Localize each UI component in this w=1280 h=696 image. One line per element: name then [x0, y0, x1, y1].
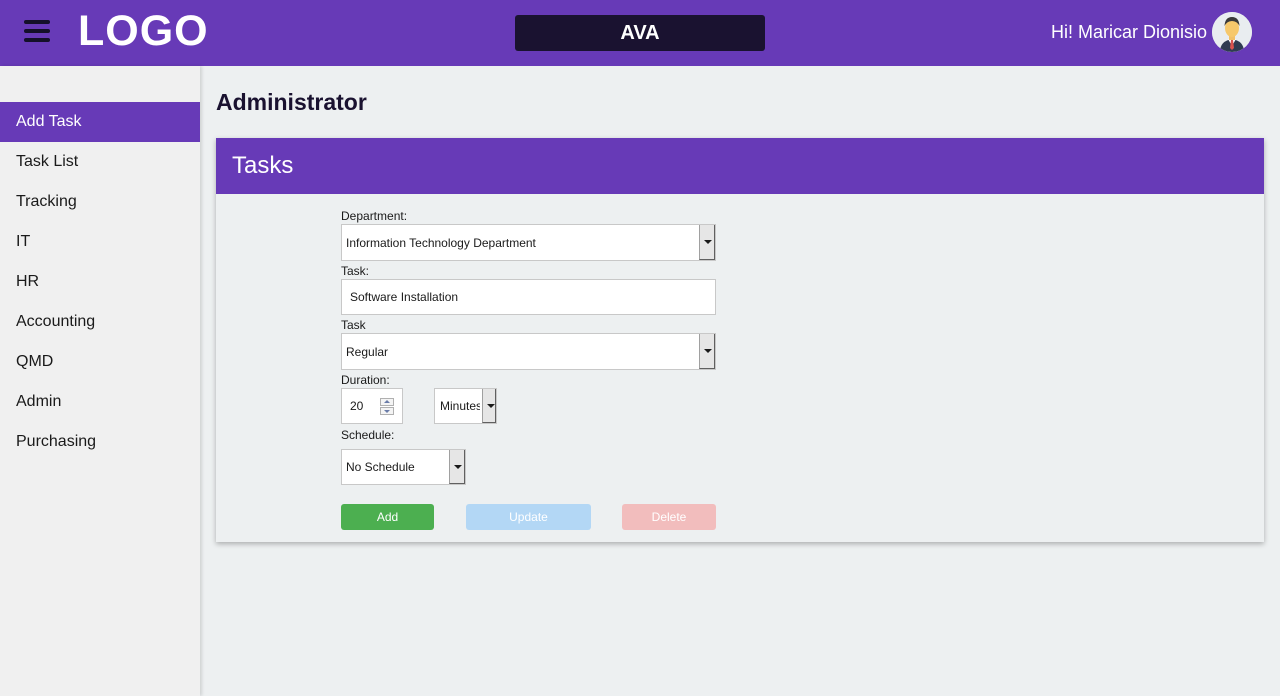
user-avatar-icon	[1212, 12, 1252, 52]
user-greeting[interactable]: Hi! Maricar Dionisio	[1051, 21, 1207, 43]
sidebar-item-tracking[interactable]: Tracking	[0, 182, 200, 222]
stepper-controls	[380, 398, 394, 416]
app-title: AVA	[515, 15, 765, 51]
sidebar-item-add-task[interactable]: Add Task	[0, 102, 200, 142]
logo[interactable]: LOGO	[78, 8, 209, 54]
menu-icon[interactable]	[24, 20, 50, 44]
chevron-down-icon[interactable]	[482, 389, 496, 423]
task-label: Task:	[341, 264, 370, 278]
department-label: Department:	[341, 209, 408, 223]
tasks-card: Tasks Department: Information Technology…	[216, 138, 1264, 542]
update-button[interactable]: Update	[466, 504, 591, 530]
sidebar: Add Task Task List Tracking IT HR Accoun…	[0, 66, 200, 696]
chevron-down-icon[interactable]	[449, 450, 465, 484]
duration-unit-select[interactable]: Minutes	[434, 388, 497, 424]
sidebar-item-accounting[interactable]: Accounting	[0, 302, 200, 342]
sidebar-item-it[interactable]: IT	[0, 222, 200, 262]
task-value: Software Installation	[350, 290, 459, 304]
card-title: Tasks	[216, 138, 1264, 194]
duration-unit-value: Minutes	[440, 399, 480, 413]
task-type-value: Regular	[346, 344, 389, 359]
duration-label: Duration:	[341, 373, 390, 387]
sidebar-item-hr[interactable]: HR	[0, 262, 200, 302]
sidebar-nav: Add Task Task List Tracking IT HR Accoun…	[0, 102, 200, 462]
top-bar: LOGO AVA Hi! Maricar Dionisio	[0, 0, 1280, 66]
delete-button[interactable]: Delete	[622, 504, 716, 530]
sidebar-item-task-list[interactable]: Task List	[0, 142, 200, 182]
sidebar-item-qmd[interactable]: QMD	[0, 342, 200, 382]
chevron-down-icon[interactable]	[699, 225, 715, 260]
schedule-label: Schedule:	[341, 428, 395, 442]
avatar[interactable]	[1212, 12, 1252, 52]
stepper-down-icon[interactable]	[380, 407, 394, 415]
sidebar-item-admin[interactable]: Admin	[0, 382, 200, 422]
duration-stepper[interactable]: 20	[341, 388, 403, 424]
sidebar-item-purchasing[interactable]: Purchasing	[0, 422, 200, 462]
schedule-select[interactable]: No Schedule	[341, 449, 466, 485]
duration-value: 20	[350, 399, 364, 413]
task-type-select[interactable]: Regular	[341, 333, 716, 370]
stepper-up-icon[interactable]	[380, 398, 394, 406]
department-select[interactable]: Information Technology Department	[341, 224, 716, 261]
page-title: Administrator	[216, 89, 367, 115]
add-button[interactable]: Add	[341, 504, 434, 530]
task-input[interactable]: Software Installation	[341, 279, 716, 315]
chevron-down-icon[interactable]	[699, 334, 715, 369]
schedule-value: No Schedule	[346, 460, 415, 474]
department-value: Information Technology Department	[346, 235, 536, 250]
